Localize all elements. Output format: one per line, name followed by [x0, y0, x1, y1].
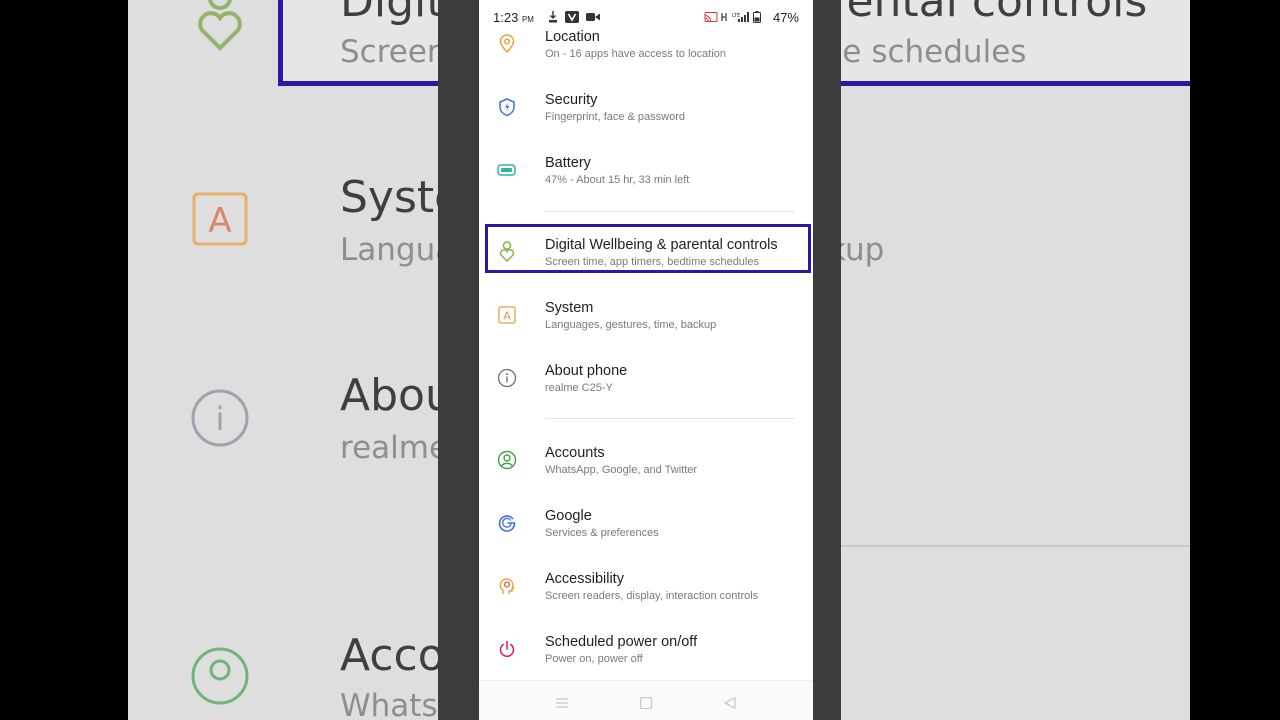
settings-item-subtitle: On - 16 apps have access to location	[545, 48, 726, 60]
highlight-box	[485, 224, 811, 273]
system-icon: A	[497, 305, 517, 325]
power-icon	[497, 639, 517, 659]
settings-item-location[interactable]: Location On - 16 apps have access to loc…	[479, 26, 813, 84]
back-nav-button[interactable]	[723, 694, 737, 713]
menu-nav-button[interactable]	[555, 694, 569, 713]
settings-item-title: About phone	[545, 363, 628, 379]
settings-item-title: Accounts	[545, 445, 605, 461]
cast-icon	[704, 12, 718, 22]
vpn-app-icon	[565, 11, 579, 23]
settings-item-system[interactable]: A System Languages, gestures, time, back…	[479, 297, 813, 355]
menu-icon	[556, 698, 568, 708]
settings-item-subtitle: WhatsApp, Google, and Twitter	[545, 464, 698, 476]
settings-item-subtitle: Screen readers, display, interaction con…	[545, 590, 759, 602]
shield-icon	[497, 97, 517, 117]
settings-item-title: Scheduled power on/off	[545, 634, 698, 650]
home-icon	[639, 696, 653, 710]
svg-text:LTE: LTE	[732, 13, 740, 19]
settings-item-subtitle: Power on, power off	[545, 653, 643, 665]
settings-item-accounts[interactable]: Accounts WhatsApp, Google, and Twitter	[479, 442, 813, 500]
settings-item-google[interactable]: Google Services & preferences	[479, 505, 813, 563]
back-icon	[724, 697, 736, 709]
settings-item-about-phone[interactable]: About phone realme C25-Y	[479, 360, 813, 418]
settings-item-title: Accessibility	[545, 571, 624, 587]
battery-status-icon	[753, 11, 761, 23]
system-icon: A	[192, 192, 248, 250]
settings-item-subtitle: Languages, gestures, time, backup	[545, 319, 717, 331]
signal-lte-icon: LTE	[732, 12, 749, 22]
account-icon	[497, 450, 517, 470]
wellbeing-icon	[192, 0, 248, 64]
list-divider	[545, 418, 795, 419]
settings-item-accessibility[interactable]: Accessibility Screen readers, display, i…	[479, 568, 813, 626]
navigation-bar	[479, 680, 813, 720]
video-camera-icon	[586, 13, 600, 21]
phone-screen: Location On - 16 apps have access to loc…	[479, 0, 813, 720]
status-notification-icons	[548, 11, 600, 23]
settings-item-title: Google	[545, 508, 592, 524]
status-time: 1:23 PM	[493, 10, 534, 25]
settings-item-battery[interactable]: Battery 47% - About 15 hr, 33 min left	[479, 152, 813, 210]
home-nav-button[interactable]	[639, 694, 653, 713]
settings-item-title: Location	[545, 29, 600, 45]
settings-item-security[interactable]: Security Fingerprint, face & password	[479, 89, 813, 147]
settings-item-title: Battery	[545, 155, 591, 171]
settings-item-subtitle: Services & preferences	[545, 527, 659, 539]
google-icon	[497, 513, 517, 533]
battery-icon	[497, 160, 517, 180]
info-icon	[497, 368, 517, 388]
status-ampm: PM	[521, 15, 534, 24]
settings-item-subtitle: realme C25-Y	[545, 382, 613, 394]
settings-item-subtitle: Fingerprint, face & password	[545, 111, 686, 123]
settings-item-subtitle: 47% - About 15 hr, 33 min left	[545, 174, 690, 186]
account-icon	[190, 646, 250, 710]
info-icon: i	[190, 388, 250, 452]
accessibility-icon	[497, 576, 517, 596]
data-speed-icon	[549, 11, 557, 23]
status-bar: 1:23 PM LTE 47%	[479, 0, 813, 30]
list-divider	[545, 211, 795, 212]
svg-text:A: A	[208, 201, 231, 241]
settings-item-title: Security	[545, 92, 598, 108]
settings-item-title: System	[545, 300, 594, 316]
status-system-icons: LTE	[704, 11, 761, 23]
volte-icon	[721, 13, 727, 21]
location-icon	[497, 34, 517, 54]
status-battery-percent: 47%	[772, 10, 799, 25]
status-time-value: 1:23	[493, 10, 519, 25]
svg-text:A: A	[503, 310, 511, 323]
svg-text:i: i	[216, 400, 225, 438]
